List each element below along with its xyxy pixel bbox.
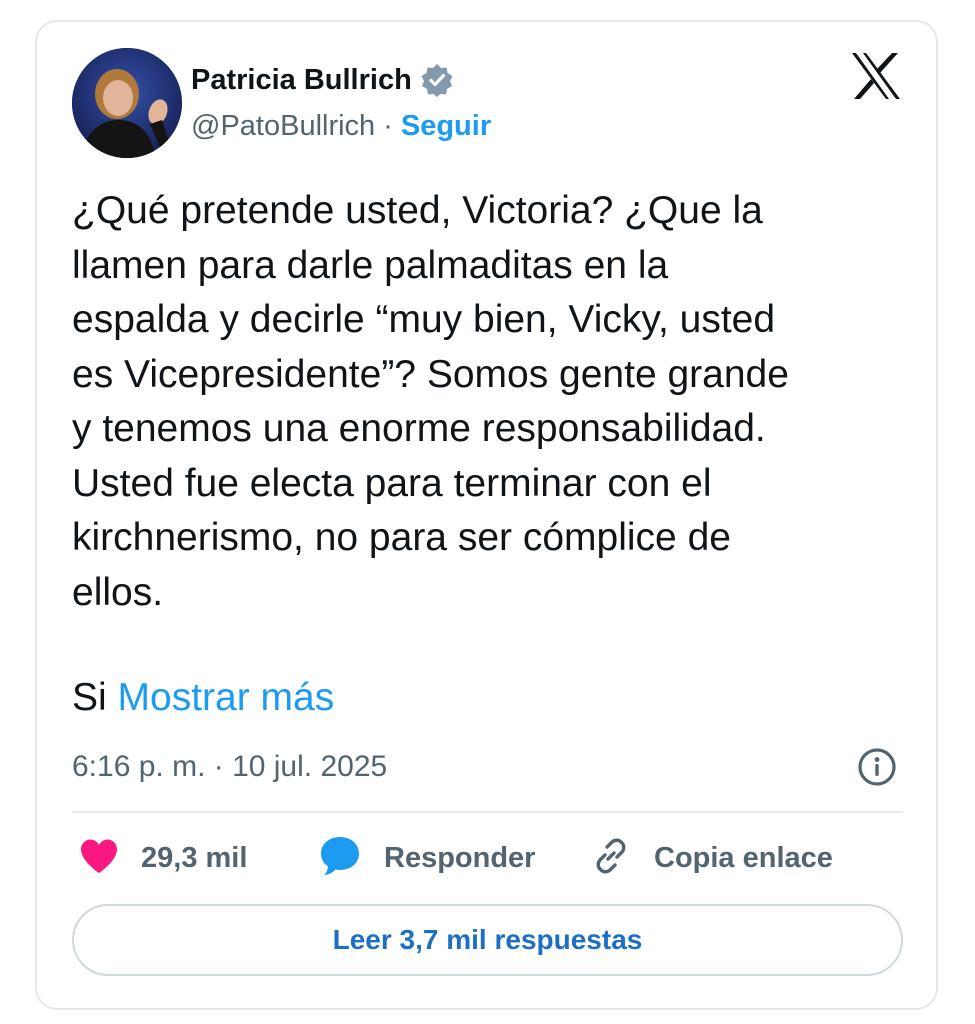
verified-badge-icon (420, 63, 454, 97)
tweet-text-line: y tenemos una enorme responsabilidad. (72, 407, 766, 450)
like-count: 29,3 mil (141, 841, 248, 874)
x-logo-icon[interactable] (851, 53, 901, 99)
tweet-timestamp[interactable]: 6:16 p. m. · 10 jul. 2025 (72, 745, 387, 789)
author-name-row: Patricia Bullrich (191, 60, 454, 100)
tweet-text-line: es Vicepresidente”? Somos gente grande (72, 352, 789, 396)
author-handle[interactable]: @PatoBullrich (191, 110, 375, 143)
tweet-text-line: kirchnerismo, no para ser cómplice de (72, 516, 731, 559)
divider (72, 811, 903, 813)
truncated-text: Si (72, 676, 107, 719)
reply-button[interactable]: Responder (318, 834, 535, 882)
tweet-text: ¿Qué pretende usted, Victoria? ¿Que la l… (72, 184, 922, 620)
author-handle-row: @PatoBullrich · Seguir (191, 106, 491, 146)
like-button[interactable]: 29,3 mil (79, 834, 247, 882)
copy-link-label: Copia enlace (654, 841, 833, 874)
link-icon (590, 835, 632, 882)
follow-button[interactable]: Seguir (401, 110, 491, 143)
tweet-text-line: ellos. (72, 570, 164, 614)
avatar-photo (72, 48, 182, 158)
info-icon[interactable] (856, 746, 898, 788)
avatar[interactable] (72, 48, 182, 158)
speech-bubble-icon (318, 834, 362, 883)
author-name[interactable]: Patricia Bullrich (191, 64, 412, 97)
separator-dot: · (383, 109, 393, 142)
copy-link-button[interactable]: Copia enlace (590, 834, 833, 882)
truncated-text-row: Si Mostrar más (72, 671, 334, 725)
tweet-text-line: ¿Qué pretende usted, Victoria? ¿Que la (72, 189, 763, 232)
heart-icon (79, 838, 119, 879)
read-replies-button[interactable]: Leer 3,7 mil respuestas (72, 904, 903, 976)
reply-label: Responder (384, 841, 536, 874)
tweet-text-line: Usted fue electa para terminar con el (72, 461, 712, 505)
tweet-text-line: llamen para darle palmaditas en la (72, 243, 669, 287)
tweet-text-line: espalda y decirle “muy bien, Vicky, uste… (72, 298, 776, 341)
show-more-link[interactable]: Mostrar más (118, 676, 335, 719)
